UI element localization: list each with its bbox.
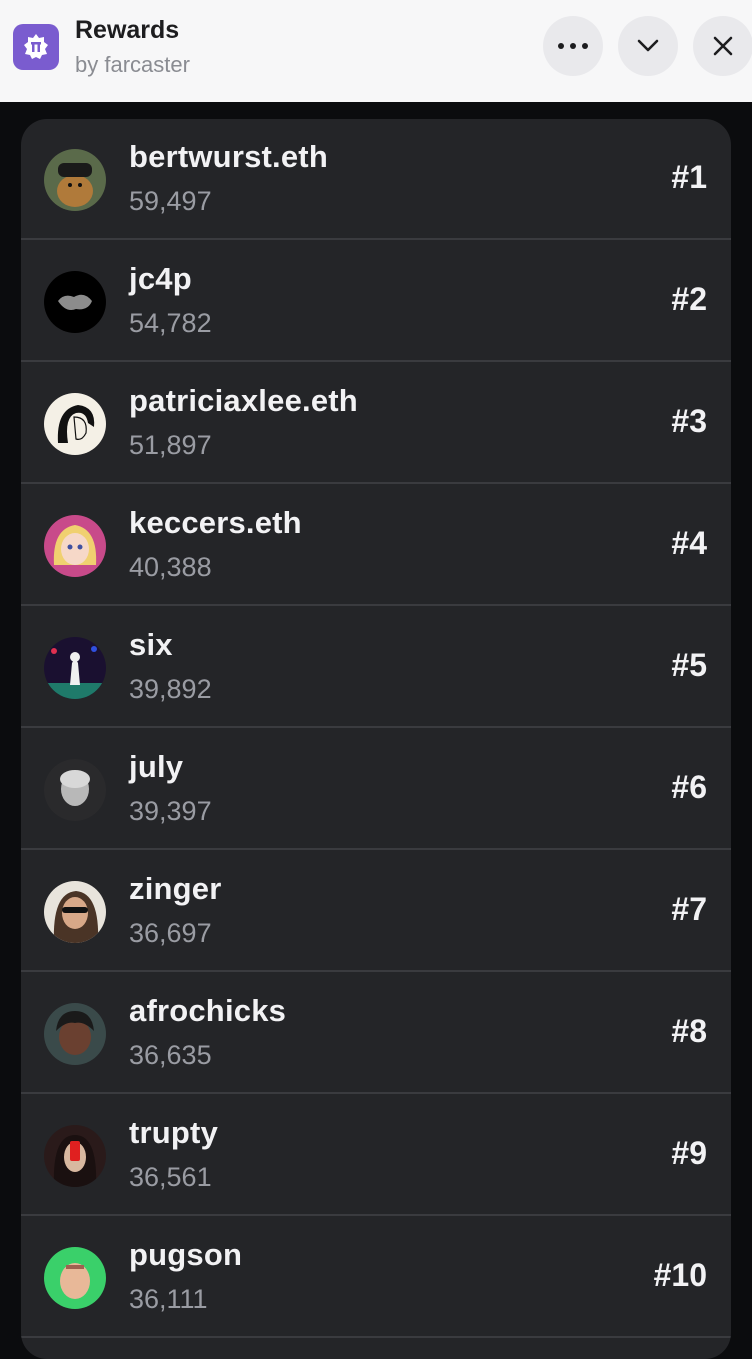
avatar: [44, 1247, 106, 1309]
collapse-button[interactable]: [618, 16, 678, 76]
rank: #5: [671, 647, 707, 683]
score: 36,697: [129, 918, 212, 948]
ellipsis-icon: [558, 43, 588, 49]
avatar: [44, 1003, 106, 1065]
username: zinger: [129, 871, 222, 906]
score: 51,897: [129, 430, 212, 460]
chevron-down-icon: [637, 39, 659, 52]
leaderboard-row[interactable]: pugson 36,111 #10: [21, 1217, 731, 1338]
avatar: [44, 881, 106, 943]
close-button[interactable]: [693, 16, 752, 76]
rank: #9: [671, 1135, 707, 1171]
close-icon: [713, 36, 733, 56]
leaderboard-row[interactable]: keccers.eth 40,388 #4: [21, 485, 731, 606]
username: keccers.eth: [129, 505, 302, 540]
username: july: [129, 749, 184, 784]
farcaster-logo-icon: [13, 24, 59, 70]
score: 36,635: [129, 1040, 212, 1070]
avatar: [44, 1125, 106, 1187]
avatar: [44, 393, 106, 455]
leaderboard-row[interactable]: afrochicks 36,635 #8: [21, 973, 731, 1094]
rank: #1: [671, 159, 707, 195]
score: 59,497: [129, 186, 212, 216]
leaderboard-row[interactable]: july 39,397 #6: [21, 729, 731, 850]
leaderboard-panel: bertwurst.eth 59,497 #1 jc4p 54,782 #2 p…: [21, 119, 731, 1359]
avatar: [44, 759, 106, 821]
leaderboard-row[interactable]: jc4p 54,782 #2: [21, 241, 731, 362]
avatar: [44, 271, 106, 333]
score: 36,561: [129, 1162, 212, 1192]
username: trupty: [129, 1115, 219, 1150]
score: 40,388: [129, 552, 212, 582]
rank: #4: [671, 525, 707, 561]
app-subtitle: by farcaster: [75, 52, 190, 77]
rank: #8: [671, 1013, 707, 1049]
more-options-button[interactable]: [543, 16, 603, 76]
rank: #2: [671, 281, 707, 317]
username: bertwurst.eth: [129, 139, 328, 174]
avatar: [44, 515, 106, 577]
leaderboard-row[interactable]: bertwurst.eth 59,497 #1: [21, 119, 731, 240]
rank: #3: [671, 403, 707, 439]
username: pugson: [129, 1237, 243, 1272]
score: 36,111: [129, 1284, 208, 1314]
leaderboard-row[interactable]: patriciaxlee.eth 51,897 #3: [21, 363, 731, 484]
username: jc4p: [129, 261, 192, 296]
username: patriciaxlee.eth: [129, 383, 358, 418]
leaderboard-row[interactable]: zinger 36,697 #7: [21, 851, 731, 972]
rank: #10: [653, 1257, 707, 1293]
rank: #6: [671, 769, 707, 805]
username: six: [129, 627, 173, 662]
score: 54,782: [129, 308, 212, 338]
score: 39,892: [129, 674, 212, 704]
username: afrochicks: [129, 993, 287, 1028]
app-title: Rewards: [75, 16, 180, 44]
leaderboard-row[interactable]: trupty 36,561 #9: [21, 1095, 731, 1216]
avatar: [44, 637, 106, 699]
avatar: [44, 149, 106, 211]
rank: #7: [671, 891, 707, 927]
score: 39,397: [129, 796, 212, 826]
app-header: Rewards by farcaster: [0, 0, 752, 102]
leaderboard-row[interactable]: six 39,892 #5: [21, 607, 731, 728]
